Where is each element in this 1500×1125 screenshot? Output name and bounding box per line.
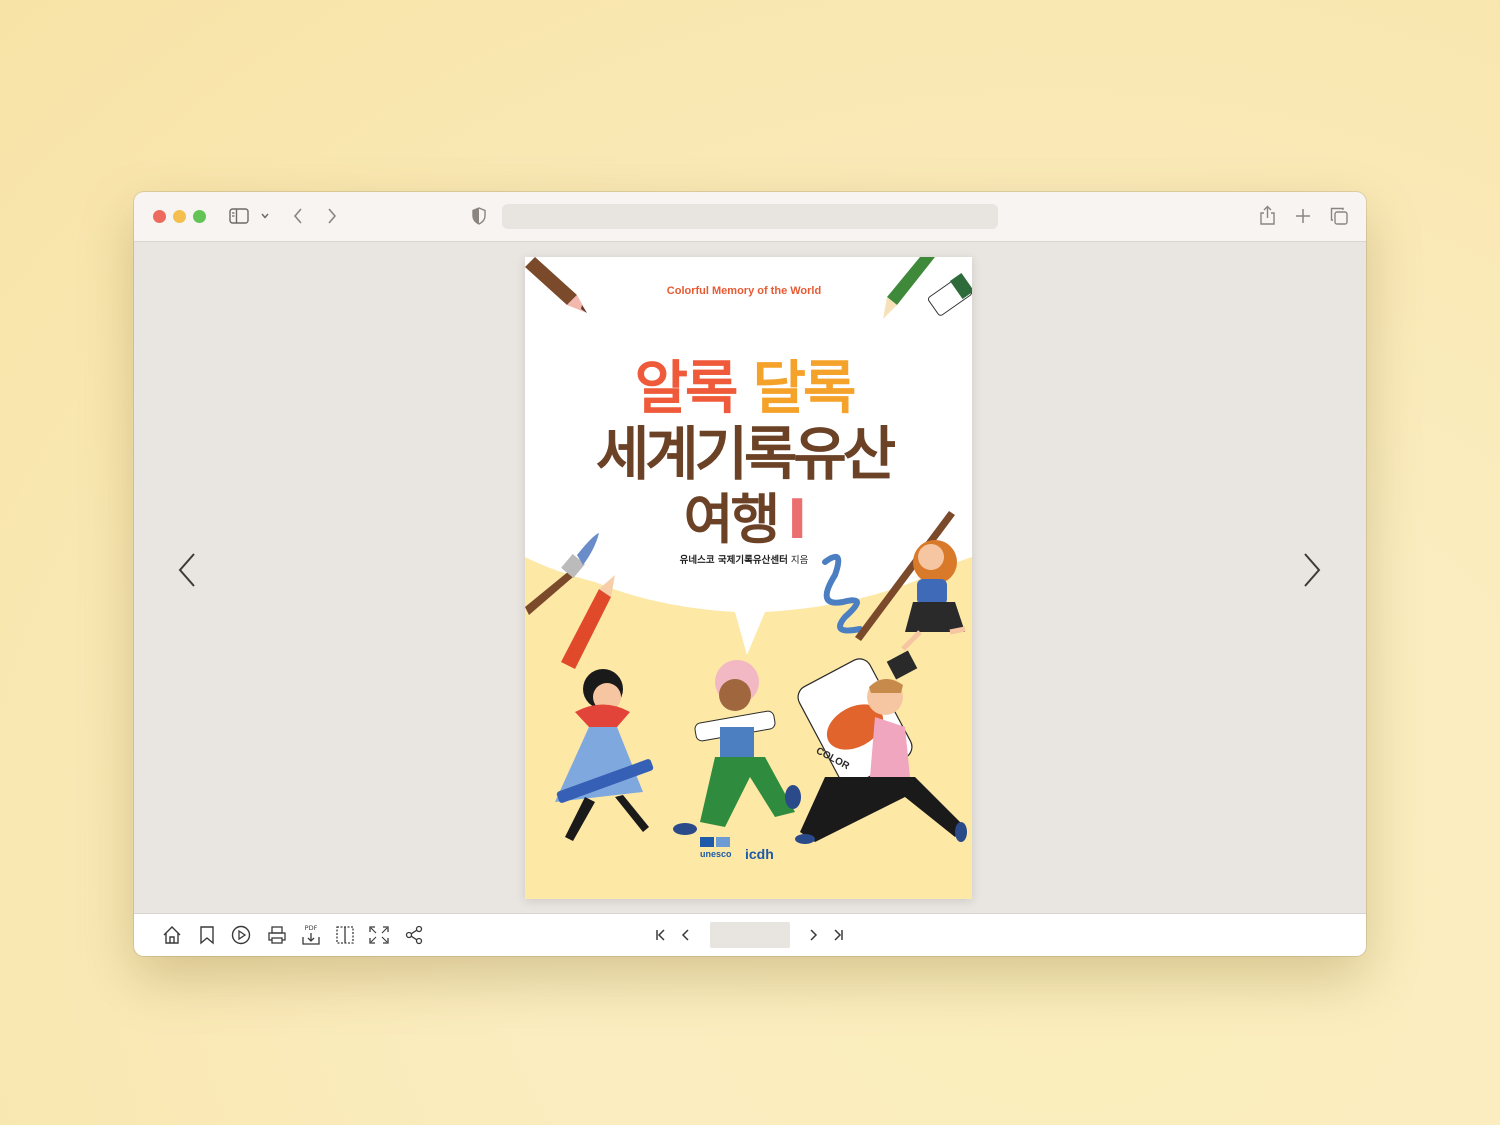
volume-number: I	[787, 488, 807, 551]
home-icon[interactable]	[162, 925, 182, 945]
pdf-label: PDF	[305, 924, 318, 932]
previous-page-arrow-icon[interactable]	[177, 552, 197, 588]
browser-titlebar	[134, 192, 1366, 242]
first-page-icon[interactable]	[655, 928, 667, 942]
cover-english-title: Colorful Memory of the World	[666, 285, 822, 297]
bookmark-icon[interactable]	[198, 925, 216, 945]
minimize-window-button[interactable]	[173, 210, 186, 223]
prev-page-icon[interactable]	[680, 928, 692, 942]
browser-window: COLOR Colorful Memory of the World 알록 달록…	[134, 192, 1366, 956]
chevron-down-icon[interactable]	[260, 212, 270, 220]
unesco-logo-icon	[700, 837, 714, 847]
next-page-arrow-icon[interactable]	[1302, 552, 1322, 588]
cover-title-line-3: 여행 I	[525, 475, 963, 554]
author-name: 유네스코 국제기록유산센터	[679, 555, 788, 566]
icdh-logo-text: icdh	[745, 846, 774, 862]
pdf-download-icon[interactable]: PDF	[300, 923, 322, 947]
forward-icon[interactable]	[326, 207, 338, 225]
book-cover-page: COLOR Colorful Memory of the World 알록 달록…	[525, 257, 972, 899]
last-page-icon[interactable]	[832, 928, 844, 942]
next-page-icon[interactable]	[807, 928, 819, 942]
page-number-input[interactable]	[710, 922, 790, 948]
close-window-button[interactable]	[153, 210, 166, 223]
fullscreen-icon[interactable]	[368, 925, 390, 945]
back-icon[interactable]	[292, 207, 304, 225]
address-bar[interactable]	[502, 204, 998, 229]
viewer-toolbar: PDF	[134, 913, 1366, 956]
tabs-overview-icon[interactable]	[1330, 207, 1348, 225]
cover-author: 유네스코 국제기록유산센터 지음	[525, 552, 963, 566]
print-icon[interactable]	[267, 925, 287, 945]
unesco-logo-text: unesco	[700, 849, 732, 859]
zoom-window-button[interactable]	[193, 210, 206, 223]
flipbook-viewer: COLOR Colorful Memory of the World 알록 달록…	[134, 242, 1366, 912]
author-suffix: 지음	[787, 555, 809, 566]
title-line-3-text: 여행	[683, 488, 780, 551]
sidebar-icon[interactable]	[229, 208, 249, 224]
play-icon[interactable]	[231, 925, 251, 945]
share-icon[interactable]	[404, 925, 424, 945]
new-tab-icon[interactable]	[1295, 208, 1311, 224]
share-icon[interactable]	[1259, 205, 1276, 226]
privacy-shield-icon[interactable]	[471, 207, 487, 225]
two-page-view-icon[interactable]	[335, 925, 355, 945]
